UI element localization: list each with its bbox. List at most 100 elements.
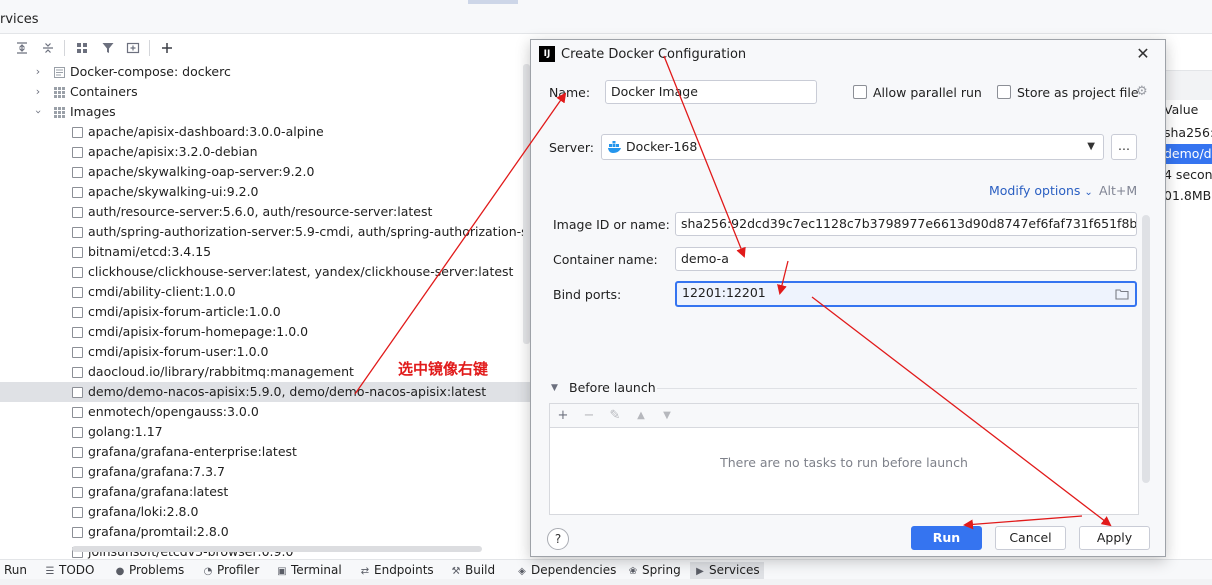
cancel-button[interactable]: Cancel bbox=[995, 526, 1066, 550]
tree-node-images[interactable]: › Images bbox=[0, 102, 530, 122]
tool-services[interactable]: ▶ Services bbox=[690, 562, 764, 580]
details-value: sha256:92 bbox=[1164, 125, 1212, 140]
move-down-icon[interactable]: ▼ bbox=[658, 407, 676, 425]
container-name-field[interactable]: demo-a bbox=[675, 247, 1137, 271]
services-icon: ▶ bbox=[696, 566, 704, 577]
image-icon bbox=[72, 367, 83, 378]
tree-node-label: Containers bbox=[70, 84, 138, 99]
image-row[interactable]: enmotech/opengauss:3.0.0 bbox=[0, 402, 530, 422]
image-row[interactable]: cmdi/apisix-forum-homepage:1.0.0 bbox=[0, 322, 530, 342]
image-name: apache/skywalking-ui:9.2.0 bbox=[88, 184, 259, 199]
dialog-scrollbar[interactable] bbox=[1142, 215, 1150, 483]
header-tab-indicator bbox=[468, 0, 518, 4]
tree-node-containers[interactable]: › Containers bbox=[0, 82, 530, 102]
folder-icon[interactable] bbox=[1115, 288, 1129, 300]
image-row[interactable]: bitnami/etcd:3.4.15 bbox=[0, 242, 530, 262]
close-icon[interactable]: ✕ bbox=[1133, 44, 1153, 64]
expand-all-icon[interactable] bbox=[12, 38, 32, 58]
image-icon bbox=[72, 467, 83, 478]
status-bar bbox=[0, 579, 1212, 585]
image-icon bbox=[72, 287, 83, 298]
edit-icon[interactable]: ✎ bbox=[606, 407, 624, 425]
store-as-project-checkbox[interactable] bbox=[997, 85, 1011, 99]
image-name: auth/spring-authorization-server:5.9-cmd… bbox=[88, 224, 530, 239]
allow-parallel-label[interactable]: Allow parallel run bbox=[873, 85, 982, 100]
add-icon[interactable] bbox=[157, 38, 177, 58]
tool-profiler[interactable]: ◔ Profiler bbox=[202, 562, 260, 580]
image-icon bbox=[72, 487, 83, 498]
filter-icon[interactable] bbox=[98, 38, 118, 58]
image-icon bbox=[72, 207, 83, 218]
image-row[interactable]: apache/apisix-dashboard:3.0.0-alpine bbox=[0, 122, 530, 142]
image-row[interactable]: auth/spring-authorization-server:5.9-cmd… bbox=[0, 222, 530, 242]
tool-run[interactable]: Run bbox=[4, 562, 27, 580]
before-launch-tasks-list[interactable]: There are no tasks to run before launch bbox=[549, 427, 1139, 515]
collapse-all-icon[interactable] bbox=[38, 38, 58, 58]
tool-dependencies[interactable]: ◈ Dependencies bbox=[516, 562, 616, 580]
image-row[interactable]: apache/apisix:3.2.0-debian bbox=[0, 142, 530, 162]
tree-node-docker-compose[interactable]: › Docker-compose: dockerc bbox=[0, 62, 530, 82]
image-name: cmdi/apisix-forum-homepage:1.0.0 bbox=[88, 324, 309, 339]
image-row[interactable]: auth/resource-server:5.6.0, auth/resourc… bbox=[0, 202, 530, 222]
image-row[interactable]: grafana/grafana:latest bbox=[0, 482, 530, 502]
image-icon bbox=[72, 167, 83, 178]
details-value-selected: demo/dem bbox=[1164, 144, 1212, 164]
chevron-right-icon[interactable]: › bbox=[32, 82, 44, 102]
tool-todo[interactable]: ☰ TODO bbox=[44, 562, 95, 580]
image-row[interactable]: grafana/grafana:7.3.7 bbox=[0, 462, 530, 482]
profiler-icon: ◔ bbox=[203, 566, 213, 577]
image-row[interactable]: demo/demo-nacos-apisix:5.9.0, demo/demo-… bbox=[0, 382, 530, 402]
endpoints-icon: ⇄ bbox=[360, 566, 370, 577]
image-name: golang:1.17 bbox=[88, 424, 163, 439]
image-row[interactable]: apache/skywalking-ui:9.2.0 bbox=[0, 182, 530, 202]
add-icon[interactable]: + bbox=[554, 407, 572, 425]
image-row[interactable]: apache/skywalking-oap-server:9.2.0 bbox=[0, 162, 530, 182]
dialog-title: Create Docker Configuration bbox=[561, 47, 747, 62]
image-row[interactable]: grafana/grafana-enterprise:latest bbox=[0, 442, 530, 462]
image-icon bbox=[72, 347, 83, 358]
before-launch-label[interactable]: Before launch bbox=[569, 380, 656, 395]
tree-scrollbar[interactable] bbox=[523, 64, 530, 344]
remove-icon[interactable]: − bbox=[580, 407, 598, 425]
tool-build[interactable]: ⚒ Build bbox=[450, 562, 496, 580]
tool-spring[interactable]: ❀ Spring bbox=[627, 562, 681, 580]
store-as-project-label[interactable]: Store as project file bbox=[1017, 85, 1139, 100]
image-name: cmdi/apisix-forum-user:1.0.0 bbox=[88, 344, 269, 359]
image-row[interactable]: clickhouse/clickhouse-server:latest, yan… bbox=[0, 262, 530, 282]
services-title: rvices bbox=[0, 12, 39, 27]
server-more-button[interactable]: ... bbox=[1111, 134, 1137, 160]
run-button[interactable]: Run bbox=[911, 526, 982, 550]
image-row[interactable]: grafana/promtail:2.8.0 bbox=[0, 522, 530, 542]
help-button[interactable]: ? bbox=[547, 528, 569, 550]
bind-ports-field[interactable]: 12201:12201 bbox=[675, 281, 1137, 307]
modify-options-link[interactable]: Modify options ⌄ bbox=[989, 183, 1093, 198]
no-tasks-text: There are no tasks to run before launch bbox=[720, 455, 968, 470]
image-name: grafana/grafana-enterprise:latest bbox=[88, 444, 297, 459]
image-row[interactable]: grafana/loki:2.8.0 bbox=[0, 502, 530, 522]
problems-icon: ● bbox=[115, 566, 125, 577]
gear-icon[interactable]: ⚙ bbox=[1136, 85, 1150, 99]
bind-ports-value: 12201:12201 bbox=[682, 285, 766, 300]
tool-endpoints[interactable]: ⇄ Endpoints bbox=[359, 562, 434, 580]
chevron-down-icon[interactable]: › bbox=[28, 106, 48, 118]
image-icon bbox=[72, 127, 83, 138]
tool-problems[interactable]: ● Problems bbox=[114, 562, 185, 580]
image-id-field[interactable]: sha256:92dcd39c7ec1128c7b3798977e6613d90… bbox=[675, 212, 1137, 236]
chevron-right-icon[interactable]: › bbox=[32, 62, 44, 82]
tool-terminal[interactable]: ▣ Terminal bbox=[276, 562, 341, 580]
container-name-label: Container name: bbox=[553, 252, 658, 267]
apply-button[interactable]: Apply bbox=[1079, 526, 1150, 550]
image-row[interactable]: golang:1.17 bbox=[0, 422, 530, 442]
tree-horizontal-scrollbar[interactable] bbox=[72, 546, 482, 552]
allow-parallel-checkbox[interactable] bbox=[853, 85, 867, 99]
image-icon bbox=[72, 147, 83, 158]
image-row[interactable]: cmdi/ability-client:1.0.0 bbox=[0, 282, 530, 302]
group-icon[interactable] bbox=[72, 38, 92, 58]
chevron-down-icon[interactable]: ▼ bbox=[1087, 135, 1095, 159]
image-row[interactable]: cmdi/apisix-forum-article:1.0.0 bbox=[0, 302, 530, 322]
chevron-down-icon[interactable]: ▼ bbox=[551, 383, 558, 393]
name-field[interactable]: Docker Image bbox=[605, 80, 817, 104]
new-group-icon[interactable] bbox=[123, 38, 143, 58]
move-up-icon[interactable]: ▲ bbox=[632, 407, 650, 425]
server-combo[interactable]: Docker-168 ▼ bbox=[601, 134, 1104, 160]
